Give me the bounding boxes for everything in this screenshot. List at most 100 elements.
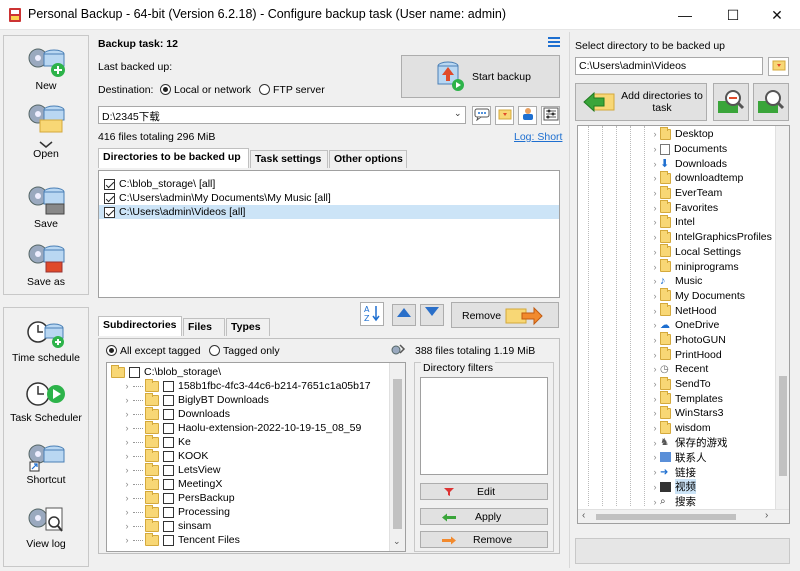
tree-item[interactable]: › Intel [650, 214, 780, 230]
filter-edit-button[interactable]: Edit [420, 483, 548, 500]
expand-icon[interactable]: › [650, 379, 660, 389]
tagged-only-radio[interactable]: Tagged only [209, 345, 280, 357]
tree-item[interactable]: › SendTo [650, 376, 780, 392]
subdir-checkbox[interactable] [163, 394, 174, 406]
expand-icon[interactable]: › [650, 320, 660, 330]
subdir-row[interactable]: › PersBackup [107, 490, 405, 505]
expand-icon[interactable]: › [121, 381, 133, 391]
subdir-row[interactable]: › sinsam [107, 518, 405, 533]
expand-icon[interactable]: › [650, 262, 660, 272]
expand-icon[interactable]: › [650, 291, 660, 301]
subdir-scrollbar[interactable]: ⌄ [389, 363, 405, 551]
expand-icon[interactable]: › [650, 129, 660, 139]
subdir-row[interactable]: › KOOK [107, 448, 405, 463]
tree-item[interactable]: › ⌕ 搜索 [650, 494, 780, 509]
subdir-row[interactable]: › 158b1fbc-4fc3-44c6-b214-7651c1a05b17 [107, 378, 405, 393]
subdir-checkbox[interactable] [163, 492, 174, 504]
subdir-row[interactable]: › Haolu-extension-2022-10-19-15_08_59 [107, 420, 405, 435]
expand-icon[interactable]: › [121, 465, 133, 475]
tab-subdirectories[interactable]: Subdirectories [98, 316, 182, 336]
expand-icon[interactable]: › [650, 438, 660, 448]
tree-item[interactable]: › 视频 [650, 479, 780, 495]
menu-icon[interactable] [548, 36, 560, 48]
subdir-checkbox[interactable] [163, 464, 174, 476]
expand-icon[interactable]: › [121, 521, 133, 531]
remove-directory-button[interactable]: Remove [451, 302, 559, 328]
filter-remove-button[interactable]: Remove [420, 531, 548, 548]
tree-item[interactable]: › Desktop [650, 126, 780, 142]
save-task-button[interactable]: Save [4, 182, 88, 230]
scroll-right-icon[interactable]: › [765, 510, 768, 521]
expand-icon[interactable]: › [650, 306, 660, 316]
subdir-checkbox[interactable] [163, 436, 174, 448]
tree-item[interactable]: › ♪ Music [650, 274, 780, 289]
tree-item[interactable]: › ♞ 保存的游戏 [650, 435, 780, 450]
tab-files[interactable]: Files [183, 318, 225, 336]
subdir-row[interactable]: › Ke [107, 434, 405, 449]
subdir-root[interactable]: C:\blob_storage\ [107, 364, 405, 379]
tree-item[interactable]: › WinStars3 [650, 405, 780, 421]
backup-dir-checkbox[interactable] [104, 178, 115, 190]
backup-dir-row[interactable]: C:\Users\admin\Videos [all] [99, 205, 559, 219]
dest-ftp-radio[interactable]: FTP server [259, 84, 325, 96]
expand-icon[interactable]: › [650, 173, 660, 183]
expand-icon[interactable]: › [121, 409, 133, 419]
tree-item[interactable]: › ➜ 链接 [650, 465, 780, 480]
expand-icon[interactable]: › [121, 479, 133, 489]
expand-icon[interactable]: › [650, 408, 660, 418]
tree-item[interactable]: › NetHood [650, 303, 780, 318]
filter-apply-button[interactable]: Apply [420, 508, 548, 525]
tree-item[interactable]: › wisdom [650, 420, 780, 436]
subdir-row[interactable]: › Downloads [107, 406, 405, 421]
expand-icon[interactable]: › [650, 159, 660, 169]
subdir-row[interactable]: › Processing [107, 504, 405, 519]
tree-item[interactable]: › downloadtemp [650, 170, 780, 186]
tab-task-settings[interactable]: Task settings [250, 150, 328, 168]
dest-local-radio[interactable]: Local or network [160, 84, 251, 96]
expand-icon[interactable]: › [650, 276, 660, 286]
close-button[interactable]: ✕ [754, 0, 800, 30]
tree-item[interactable]: › PrintHood [650, 347, 780, 362]
right-browse-button[interactable] [768, 57, 789, 76]
tree-item[interactable]: › miniprograms [650, 259, 780, 274]
all-except-radio[interactable]: All except tagged [106, 345, 201, 357]
expand-icon[interactable]: › [650, 364, 660, 374]
new-task-button[interactable]: New [4, 44, 88, 92]
destination-path-input[interactable]: D:\2345下载 [98, 106, 466, 124]
search-folder-button[interactable] [753, 83, 789, 121]
subdir-checkbox[interactable] [163, 408, 174, 420]
tree-item[interactable]: › My Documents [650, 288, 780, 304]
expand-icon[interactable]: › [121, 493, 133, 503]
subdir-row[interactable]: › BiglyBT Downloads [107, 392, 405, 407]
expand-icon[interactable]: › [121, 507, 133, 517]
scroll-left-icon[interactable]: ‹ [582, 510, 585, 521]
destination-dropdown-icon[interactable]: ⌄ [454, 108, 462, 119]
start-backup-button[interactable]: Start backup [401, 55, 560, 98]
expand-icon[interactable]: › [121, 395, 133, 405]
panel-splitter[interactable] [569, 32, 570, 568]
tree-scrollbar-h[interactable]: ‹ › [578, 509, 789, 523]
backup-dir-row[interactable]: C:\Users\admin\My Documents\My Music [al… [99, 191, 559, 205]
tab-types[interactable]: Types [226, 318, 270, 336]
save-as-button[interactable]: Save as [4, 240, 88, 288]
expand-icon[interactable]: › [650, 188, 660, 198]
directory-filters-list[interactable] [420, 377, 548, 475]
tree-item[interactable]: › PhotoGUN [650, 332, 780, 348]
view-log-button[interactable]: View log [4, 504, 88, 550]
expand-icon[interactable]: › [650, 467, 660, 477]
subdir-scroll-thumb[interactable] [393, 379, 402, 529]
tree-scrollbar-v[interactable] [775, 126, 789, 510]
selected-directory-input[interactable]: C:\Users\admin\Videos [575, 57, 763, 75]
tree-item[interactable]: › ◷ Recent [650, 362, 780, 377]
expand-icon[interactable]: › [650, 394, 660, 404]
expand-icon[interactable]: › [650, 144, 660, 154]
backup-dir-checkbox[interactable] [104, 206, 115, 218]
expand-icon[interactable]: › [650, 482, 660, 492]
log-link[interactable]: Log: Short [514, 131, 562, 143]
tree-item[interactable]: › Documents [650, 142, 780, 157]
tree-item[interactable]: › ☁ OneDrive [650, 318, 780, 333]
tree-item[interactable]: › EverTeam [650, 185, 780, 201]
expand-icon[interactable]: › [121, 437, 133, 447]
expand-icon[interactable]: › [650, 203, 660, 213]
tree-scroll-thumb-h[interactable] [596, 514, 736, 520]
